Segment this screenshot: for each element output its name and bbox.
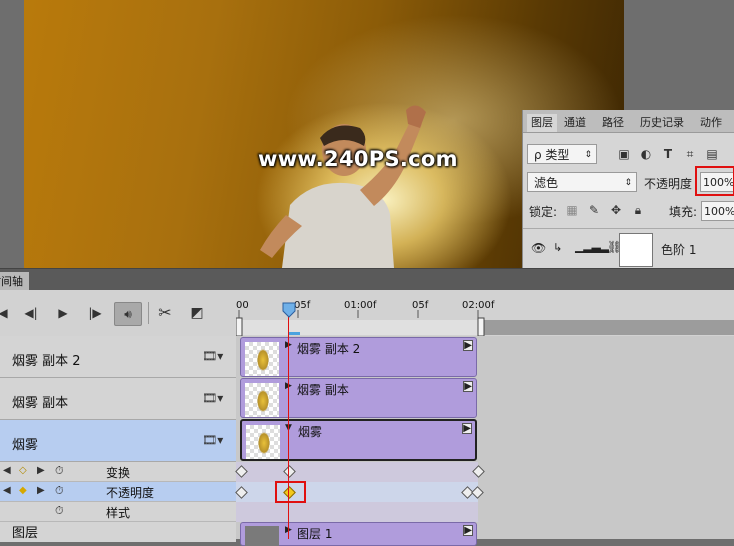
stopwatch-icon[interactable]: ⏱︎ bbox=[55, 464, 64, 478]
fill-input[interactable]: 100% bbox=[701, 201, 734, 221]
property-row-opacity[interactable]: ◀ ◆ ▶ ⏱︎ 不透明度 bbox=[0, 482, 236, 502]
chevron-updown-icon: ⇕ bbox=[624, 178, 632, 188]
clip-thumbnail bbox=[245, 342, 279, 376]
clip-name: 烟雾 bbox=[298, 425, 323, 439]
audio-icon[interactable]: 🔊︎ bbox=[114, 302, 142, 326]
clip-layer-1[interactable]: ▶ 图层 1 ▶ bbox=[240, 522, 477, 546]
timeline-track-list: 烟雾 副本 2 🎞︎▾ 烟雾 副本 🎞︎▾ 烟雾 🎞︎▾ ◀ ◇ ▶ ⏱︎ 变换… bbox=[0, 336, 236, 542]
prev-keyframe-icon[interactable]: ◀ bbox=[3, 465, 11, 476]
clip-menu-icon[interactable]: ▶ bbox=[463, 340, 473, 351]
clip-smoke-copy-2[interactable]: ▶ 烟雾 副本 2 ▶ bbox=[240, 337, 477, 377]
layer-name: 色阶 1 bbox=[661, 243, 697, 257]
chevron-updown-icon: ⇕ bbox=[584, 150, 592, 160]
opacity-label: 不透明度 bbox=[644, 177, 693, 191]
property-name: 不透明度 bbox=[106, 486, 155, 500]
adjustment-filter-icon[interactable]: ◐ bbox=[639, 147, 653, 161]
next-keyframe-icon[interactable]: ▶ bbox=[37, 485, 45, 496]
opacity-highlight-box bbox=[695, 166, 734, 196]
tab-layers[interactable]: 图层 bbox=[527, 114, 557, 132]
tab-channels[interactable]: 通道 bbox=[564, 114, 586, 132]
type-filter-icon[interactable]: T bbox=[661, 147, 675, 161]
smart-object-filter-icon[interactable]: ▤ bbox=[705, 147, 719, 161]
lock-all-icon[interactable]: 🔒︎ bbox=[631, 203, 645, 217]
toolbar-divider bbox=[148, 302, 149, 324]
layer-row[interactable]: 👁︎ ↳ ▁▂▃▂ ⛓︎ 色阶 1 bbox=[523, 228, 734, 269]
timeline-ruler[interactable]: 00 05f 01:00f 05f 02:00f bbox=[236, 290, 734, 336]
timeline-tab[interactable]: 时间轴 bbox=[0, 272, 29, 291]
clip-menu-icon[interactable]: ▶ bbox=[462, 423, 472, 434]
track-name: 烟雾 副本 2 bbox=[12, 354, 81, 369]
stopwatch-icon[interactable]: ⏱︎ bbox=[55, 484, 64, 498]
next-keyframe-icon[interactable]: ▶ bbox=[37, 465, 45, 476]
track-row-smoke-copy-2[interactable]: 烟雾 副本 2 🎞︎▾ bbox=[0, 336, 236, 378]
keyframe-highlight-box bbox=[275, 481, 306, 503]
timeline-toolbar: ◀ ◀| ▶ |▶ 🔊︎ ✂ ◩ bbox=[0, 290, 236, 337]
previous-frame-icon[interactable]: ◀| bbox=[22, 304, 40, 322]
opacity-lane bbox=[236, 482, 478, 502]
clip-smoke[interactable]: ▼ 烟雾 ▶ bbox=[240, 419, 477, 461]
clip-name: 烟雾 副本 bbox=[297, 383, 349, 397]
layer-filter-label: ρ 类型 bbox=[534, 148, 570, 162]
property-name: 样式 bbox=[106, 506, 131, 520]
shape-filter-icon[interactable]: ⌗ bbox=[683, 147, 697, 161]
property-row-transform[interactable]: ◀ ◇ ▶ ⏱︎ 变换 bbox=[0, 462, 236, 482]
clip-name: 烟雾 副本 2 bbox=[297, 342, 361, 356]
track-name: 烟雾 bbox=[12, 438, 39, 453]
lock-paint-icon[interactable]: ✎ bbox=[587, 203, 601, 217]
clip-name: 图层 1 bbox=[297, 527, 333, 541]
tab-paths[interactable]: 路径 bbox=[602, 114, 624, 132]
image-filter-icon[interactable]: ▣ bbox=[617, 147, 631, 161]
clip-thumbnail bbox=[245, 383, 279, 417]
property-name: 变换 bbox=[106, 466, 131, 480]
playhead-line bbox=[288, 312, 289, 539]
track-name: 烟雾 副本 bbox=[12, 396, 69, 411]
clip-menu-icon[interactable]: ▶ bbox=[463, 381, 473, 392]
clip-arrow-icon: ↳ bbox=[553, 241, 563, 254]
property-row-style[interactable]: ⏱︎ 样式 bbox=[0, 502, 236, 522]
watermark-text: www.240PS.com bbox=[258, 147, 458, 171]
timeline-panel-header: 时间轴 bbox=[0, 268, 734, 291]
track-row-smoke[interactable]: 烟雾 🎞︎▾ bbox=[0, 420, 236, 462]
fill-label: 填充: bbox=[669, 205, 698, 219]
film-strip-icon[interactable]: 🎞︎▾ bbox=[202, 349, 223, 363]
clip-smoke-copy[interactable]: ▶ 烟雾 副本 ▶ bbox=[240, 378, 477, 418]
track-row-layer[interactable]: 图层 bbox=[0, 522, 236, 542]
lock-label: 锁定: bbox=[529, 205, 558, 219]
lock-transparent-icon[interactable]: ▦ bbox=[565, 203, 579, 217]
timeline-title: 时间轴 bbox=[0, 275, 23, 288]
prev-keyframe-icon[interactable]: ◀ bbox=[3, 485, 11, 496]
clip-thumbnail bbox=[246, 425, 280, 459]
film-strip-icon[interactable]: 🎞︎▾ bbox=[202, 433, 223, 447]
play-icon[interactable]: ▶ bbox=[54, 304, 72, 322]
transition-icon[interactable]: ◩ bbox=[188, 304, 206, 322]
clip-menu-icon[interactable]: ▶ bbox=[463, 525, 473, 536]
track-row-smoke-copy[interactable]: 烟雾 副本 🎞︎▾ bbox=[0, 378, 236, 420]
layer-mask-thumbnail[interactable] bbox=[619, 233, 653, 267]
levels-icon: ▁▂▃▂ bbox=[575, 239, 609, 253]
clip-thumbnail bbox=[245, 526, 279, 546]
track-name: 图层 bbox=[12, 526, 39, 541]
go-to-first-frame-icon[interactable]: ◀ bbox=[0, 304, 12, 322]
add-keyframe-icon[interactable]: ◆ bbox=[19, 485, 27, 496]
layer-filter-select[interactable]: ρ 类型 ⇕ bbox=[527, 144, 597, 164]
stopwatch-icon[interactable]: ⏱︎ bbox=[55, 504, 64, 518]
add-keyframe-icon[interactable]: ◇ bbox=[19, 465, 27, 476]
tab-history[interactable]: 历史记录 bbox=[640, 114, 684, 132]
playhead-handle[interactable] bbox=[282, 302, 296, 318]
film-strip-icon[interactable]: 🎞︎▾ bbox=[202, 391, 223, 405]
tab-actions[interactable]: 动作 bbox=[700, 114, 722, 132]
ruler-ticks bbox=[236, 310, 734, 336]
blend-mode-select[interactable]: 滤色 ⇕ bbox=[527, 172, 637, 192]
lock-move-icon[interactable]: ✥ bbox=[609, 203, 623, 217]
next-frame-icon[interactable]: |▶ bbox=[86, 304, 104, 322]
layers-panel: 图层 通道 路径 历史记录 动作 ρ 类型 ⇕ ▣ ◐ T ⌗ ▤ 滤色 ⇕ 不… bbox=[522, 110, 734, 269]
eye-icon[interactable]: 👁︎ bbox=[531, 241, 546, 255]
layers-panel-tabs: 图层 通道 路径 历史记录 动作 bbox=[523, 110, 734, 133]
scissors-icon[interactable]: ✂ bbox=[156, 304, 174, 322]
blend-mode-value: 滤色 bbox=[534, 176, 559, 190]
